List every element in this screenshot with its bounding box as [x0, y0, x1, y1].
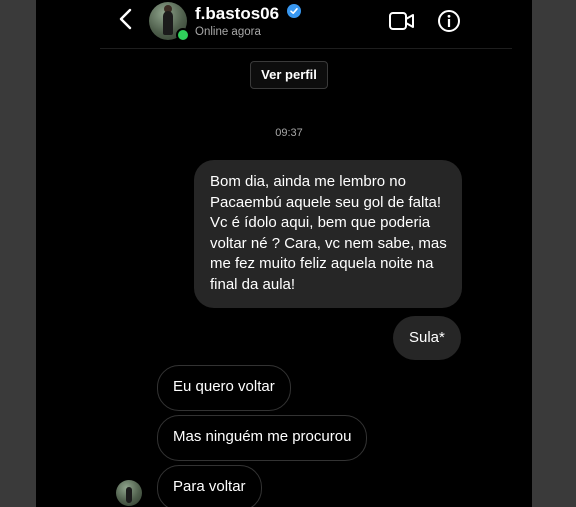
received-message-bubble[interactable]: Mas ninguém me procurou — [157, 415, 368, 461]
background-right-edge — [532, 0, 576, 507]
video-call-icon[interactable] — [388, 9, 416, 33]
background-left-edge — [0, 0, 36, 507]
view-profile-button[interactable]: Ver perfil — [250, 61, 328, 89]
online-status: Online agora — [195, 26, 261, 38]
avatar-figure-shape — [126, 487, 132, 503]
username-row[interactable]: f.bastos06 — [195, 4, 301, 24]
message-timestamp: 09:37 — [275, 127, 303, 139]
chat-screen: f.bastos06 Online agora Ver perfil 09:37… — [36, 0, 532, 507]
received-message-bubble[interactable]: Para voltar — [157, 465, 262, 507]
sent-message-bubble-correction[interactable]: Sula* — [393, 316, 461, 360]
sender-avatar[interactable] — [116, 480, 142, 506]
username: f.bastos06 — [195, 4, 280, 23]
avatar-figure-shape — [163, 11, 173, 35]
online-indicator — [176, 28, 190, 42]
verified-badge-icon — [286, 4, 301, 18]
info-icon[interactable] — [437, 9, 461, 33]
received-message-bubble[interactable]: Eu quero voltar — [157, 365, 291, 411]
sent-message-bubble[interactable]: Bom dia, ainda me lembro no Pacaembú aqu… — [194, 160, 462, 308]
chat-header: f.bastos06 Online agora — [100, 0, 512, 49]
back-arrow-icon[interactable] — [118, 8, 142, 34]
